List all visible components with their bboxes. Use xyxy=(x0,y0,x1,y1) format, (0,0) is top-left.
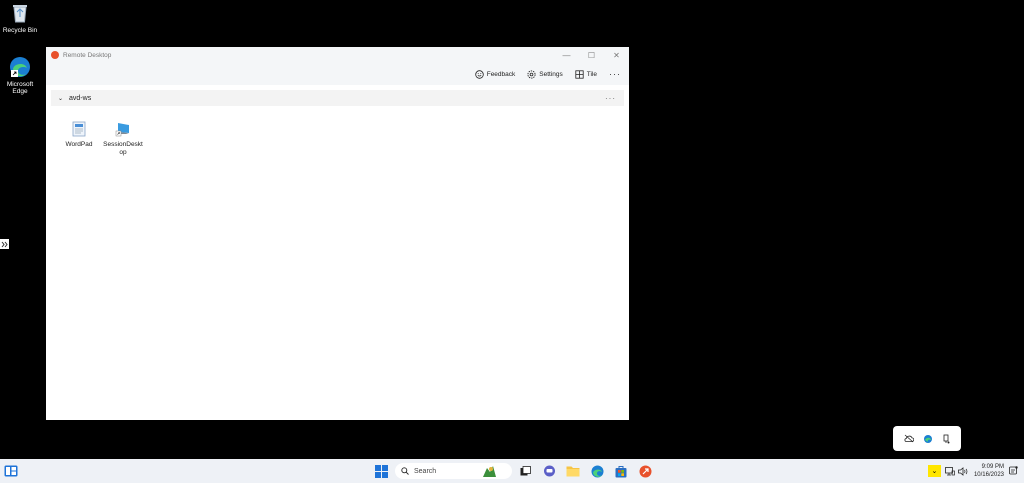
wordpad-icon xyxy=(71,120,87,138)
app-list: WordPad SessionDesktop xyxy=(46,106,629,157)
remote-desktop-window: Remote Desktop — ☐ ✕ Feedback Settings T… xyxy=(46,47,629,420)
grid-icon xyxy=(575,69,584,79)
settings-label: Settings xyxy=(539,70,563,78)
edge-tray-icon[interactable] xyxy=(923,434,933,444)
recycle-bin-icon xyxy=(9,2,31,24)
title-bar[interactable]: Remote Desktop — ☐ ✕ xyxy=(46,47,629,63)
volume-icon[interactable] xyxy=(958,466,968,476)
task-view-icon xyxy=(520,466,531,476)
app-tile-session-desktop[interactable]: SessionDesktop xyxy=(101,120,145,157)
search-label: Search xyxy=(414,467,437,475)
app-label: WordPad xyxy=(65,141,93,148)
minimize-button[interactable]: — xyxy=(554,51,579,60)
search-icon xyxy=(401,467,409,475)
remote-desktop-icon xyxy=(639,465,651,477)
store-icon xyxy=(615,465,627,477)
feedback-label: Feedback xyxy=(486,70,516,78)
folder-icon xyxy=(566,466,580,477)
app-label: SessionDesktop xyxy=(103,141,143,156)
maximize-button[interactable]: ☐ xyxy=(579,51,604,60)
app-tile-wordpad[interactable]: WordPad xyxy=(57,120,101,157)
system-tray: ⌄ 9:09 PM 10/16/2023 xyxy=(927,462,1018,480)
toolbar: Feedback Settings Tile ··· xyxy=(46,63,629,85)
widgets-icon xyxy=(4,465,18,477)
show-hidden-icons-button[interactable]: ⌄ xyxy=(927,465,941,477)
cloud-offline-icon[interactable] xyxy=(904,434,914,443)
edge-icon xyxy=(591,465,603,477)
clock[interactable]: 9:09 PM 10/16/2023 xyxy=(974,463,1004,479)
more-options-button[interactable]: ··· xyxy=(609,69,621,79)
usb-device-icon[interactable] xyxy=(942,434,950,444)
remote-desktop-logo-icon xyxy=(51,51,59,59)
desktop-icon-edge[interactable]: Microsoft Edge xyxy=(0,56,40,95)
widgets-button[interactable] xyxy=(3,463,19,479)
taskbar-search[interactable]: Search xyxy=(395,463,512,479)
tile-label: Tile xyxy=(586,70,597,78)
clock-time: 9:09 PM xyxy=(981,464,1004,470)
edge-taskbar-button[interactable] xyxy=(589,463,605,479)
workspace-more-button[interactable]: ··· xyxy=(605,94,616,103)
edge-icon xyxy=(9,56,31,78)
desktop-icon-recycle-bin[interactable]: Recycle Bin xyxy=(0,2,40,34)
windows-logo-icon xyxy=(374,464,388,478)
session-desktop-icon xyxy=(115,120,131,138)
store-button[interactable] xyxy=(613,463,629,479)
network-icon[interactable] xyxy=(945,466,955,476)
desktop-icon-label: Microsoft Edge xyxy=(6,81,34,95)
chat-icon xyxy=(543,465,555,476)
start-button[interactable] xyxy=(373,463,389,479)
desktop-icon-label: Recycle Bin xyxy=(2,27,38,34)
task-view-button[interactable] xyxy=(517,463,533,479)
search-highlight-icon xyxy=(483,466,496,477)
taskbar: Search ⌄ 9:09 PM 10/16/2023 xyxy=(0,459,1024,483)
close-button[interactable]: ✕ xyxy=(604,51,629,60)
chevron-down-icon: ⌄ xyxy=(58,95,64,102)
chevron-double-right-icon xyxy=(1,241,8,247)
tile-view-button[interactable]: Tile xyxy=(575,69,597,79)
workspace-name: avd-ws xyxy=(69,94,92,102)
window-title: Remote Desktop xyxy=(63,51,112,59)
tray-overflow-popup xyxy=(893,426,961,451)
file-explorer-button[interactable] xyxy=(565,463,581,479)
settings-button[interactable]: Settings xyxy=(527,69,563,79)
workspace-group-header[interactable]: ⌄ avd-ws ··· xyxy=(51,90,624,106)
chevron-down-icon: ⌄ xyxy=(931,468,938,475)
feedback-button[interactable]: Feedback xyxy=(475,69,516,79)
remote-desktop-taskbar-button[interactable] xyxy=(637,463,653,479)
side-panel-toggle[interactable] xyxy=(0,239,9,249)
smiley-icon xyxy=(475,69,484,79)
chat-button[interactable] xyxy=(541,463,557,479)
clock-date: 10/16/2023 xyxy=(973,472,1004,478)
gear-icon xyxy=(527,69,536,79)
notification-icon[interactable] xyxy=(1009,466,1018,476)
